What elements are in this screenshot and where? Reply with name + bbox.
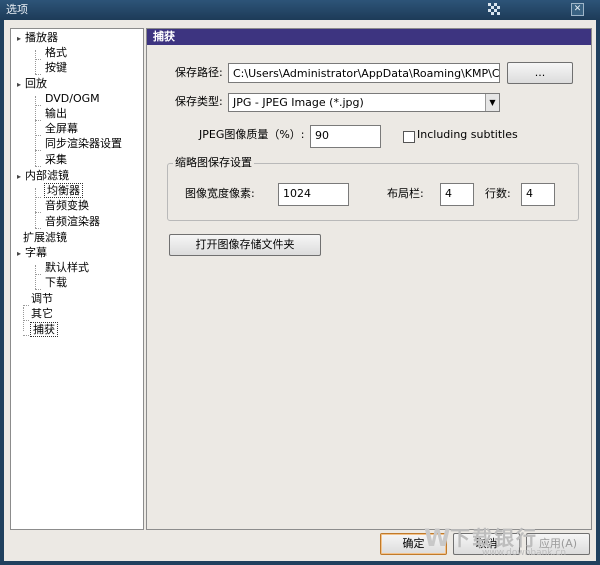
- tree-item-equalizer[interactable]: 均衡器: [44, 183, 83, 198]
- image-width-label: 图像宽度像素:: [185, 187, 255, 200]
- expander-icon[interactable]: ▸: [17, 77, 23, 92]
- save-type-select[interactable]: JPG - JPEG Image (*.jpg) ▼: [228, 93, 500, 112]
- tree-item-internal-filters[interactable]: ▸ 内部滤镜: [17, 168, 69, 183]
- dropdown-arrow-icon[interactable]: ▼: [485, 94, 499, 111]
- window-title: 选项: [6, 3, 28, 16]
- jpeg-quality-label: JPEG图像质量（%）:: [199, 128, 305, 141]
- options-tree: ▸ 播放器 格式 按键 ▸ 回放 DVD/OGM 输出 全屏幕 同步渲染器设置 采集…: [10, 28, 144, 530]
- tree-item-playback[interactable]: ▸ 回放: [17, 76, 47, 91]
- cancel-button[interactable]: 取消: [453, 533, 520, 555]
- tree-item-output[interactable]: 输出: [45, 106, 67, 121]
- open-image-folder-button[interactable]: 打开图像存储文件夹: [169, 234, 321, 256]
- include-subtitles-checkbox[interactable]: [403, 131, 415, 143]
- layout-cols-label: 布局栏:: [387, 187, 424, 200]
- save-path-input[interactable]: C:\Users\Administrator\AppData\Roaming\K…: [228, 63, 500, 83]
- rows-label: 行数:: [485, 187, 511, 200]
- tree-item-default-style[interactable]: 默认样式: [45, 260, 89, 275]
- jpeg-quality-input[interactable]: 90: [310, 125, 381, 148]
- browse-button[interactable]: ...: [507, 62, 573, 84]
- include-subtitles-label: Including subtitles: [417, 128, 518, 141]
- tree-item-sync-renderer[interactable]: 同步渲染器设置: [45, 136, 122, 151]
- tree-item-audio-renderer[interactable]: 音频渲染器: [45, 214, 100, 229]
- tree-item-subtitles[interactable]: ▸ 字幕: [17, 245, 47, 260]
- layout-cols-input[interactable]: 4: [440, 183, 474, 206]
- tree-item-audio-transform[interactable]: 音频变换: [45, 198, 89, 213]
- tree-item-download[interactable]: 下载: [45, 275, 67, 290]
- tree-item-player[interactable]: ▸ 播放器: [17, 30, 58, 45]
- tree-item-capture-source[interactable]: 采集: [45, 152, 67, 167]
- expander-icon[interactable]: ▸: [17, 246, 23, 261]
- save-type-label: 保存类型:: [175, 95, 223, 108]
- tree-item-capture[interactable]: 捕获: [30, 322, 58, 337]
- save-path-label: 保存路径:: [175, 66, 223, 79]
- tree-item-fullscreen[interactable]: 全屏幕: [45, 121, 78, 136]
- panel-body: 保存路径: C:\Users\Administrator\AppData\Roa…: [147, 45, 591, 529]
- tree-item-external-filters[interactable]: 扩展滤镜: [23, 230, 67, 245]
- tree-item-keys[interactable]: 按键: [45, 60, 67, 75]
- tree-item-format[interactable]: 格式: [45, 45, 67, 60]
- expander-icon[interactable]: ▸: [17, 169, 23, 184]
- close-button[interactable]: ✕: [571, 3, 584, 16]
- title-bar: 选项 ✕: [0, 0, 600, 20]
- rows-input[interactable]: 4: [521, 183, 555, 206]
- tree-item-dvd-ogm[interactable]: DVD/OGM: [45, 91, 100, 106]
- save-type-value: JPG - JPEG Image (*.jpg): [233, 96, 364, 109]
- expander-icon[interactable]: ▸: [17, 31, 23, 46]
- ok-button[interactable]: 确定: [380, 533, 447, 555]
- tree-item-adjust[interactable]: 调节: [31, 291, 53, 306]
- dialog-client: ▸ 播放器 格式 按键 ▸ 回放 DVD/OGM 输出 全屏幕 同步渲染器设置 采集…: [4, 20, 596, 561]
- tree-item-other[interactable]: 其它: [31, 306, 53, 321]
- image-width-input[interactable]: 1024: [278, 183, 349, 206]
- capture-settings-panel: 捕获 保存路径: C:\Users\Administrator\AppData\…: [146, 28, 592, 530]
- panel-header: 捕获: [147, 29, 591, 45]
- app-logo-icon: [488, 3, 500, 15]
- apply-button[interactable]: 应用(A): [526, 533, 590, 555]
- thumbnail-group-title: 缩略图保存设置: [173, 156, 254, 170]
